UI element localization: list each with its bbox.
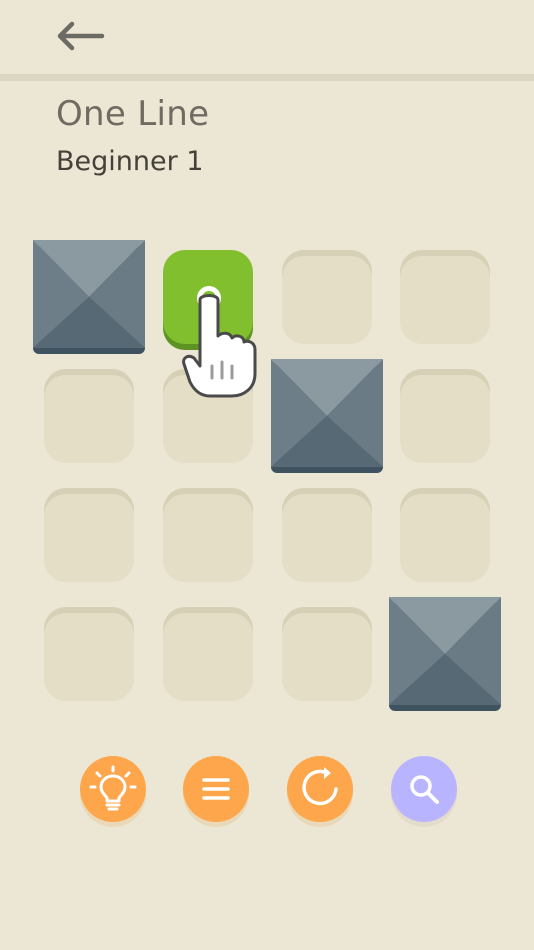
lightbulb-icon xyxy=(89,765,137,811)
back-button[interactable] xyxy=(50,16,110,56)
board-tile[interactable] xyxy=(282,488,372,582)
menu-icon xyxy=(202,778,230,800)
top-bar-divider xyxy=(0,74,534,81)
board-tile[interactable] xyxy=(44,607,134,701)
back-arrow-icon xyxy=(57,21,105,51)
stone-block xyxy=(389,597,501,711)
board-tile[interactable] xyxy=(163,607,253,701)
board-tile[interactable] xyxy=(400,488,490,582)
tap-hand-icon xyxy=(182,284,260,402)
board-tile[interactable] xyxy=(282,607,372,701)
menu-button[interactable] xyxy=(183,756,249,822)
zoom-button[interactable] xyxy=(391,756,457,822)
restart-button[interactable] xyxy=(287,756,353,822)
board-tile[interactable] xyxy=(163,488,253,582)
stone-block xyxy=(271,359,383,473)
search-icon xyxy=(410,775,439,804)
board-tile[interactable] xyxy=(44,369,134,463)
board-tile[interactable] xyxy=(44,488,134,582)
hint-button[interactable] xyxy=(80,756,146,822)
top-bar xyxy=(0,0,534,74)
board-tile[interactable] xyxy=(400,369,490,463)
board-tile[interactable] xyxy=(282,250,372,344)
board-tile[interactable] xyxy=(400,250,490,344)
level-subtitle: Beginner 1 xyxy=(56,146,204,177)
stone-block xyxy=(33,240,145,354)
restart-icon xyxy=(302,767,338,806)
level-title: One Line xyxy=(56,94,210,134)
